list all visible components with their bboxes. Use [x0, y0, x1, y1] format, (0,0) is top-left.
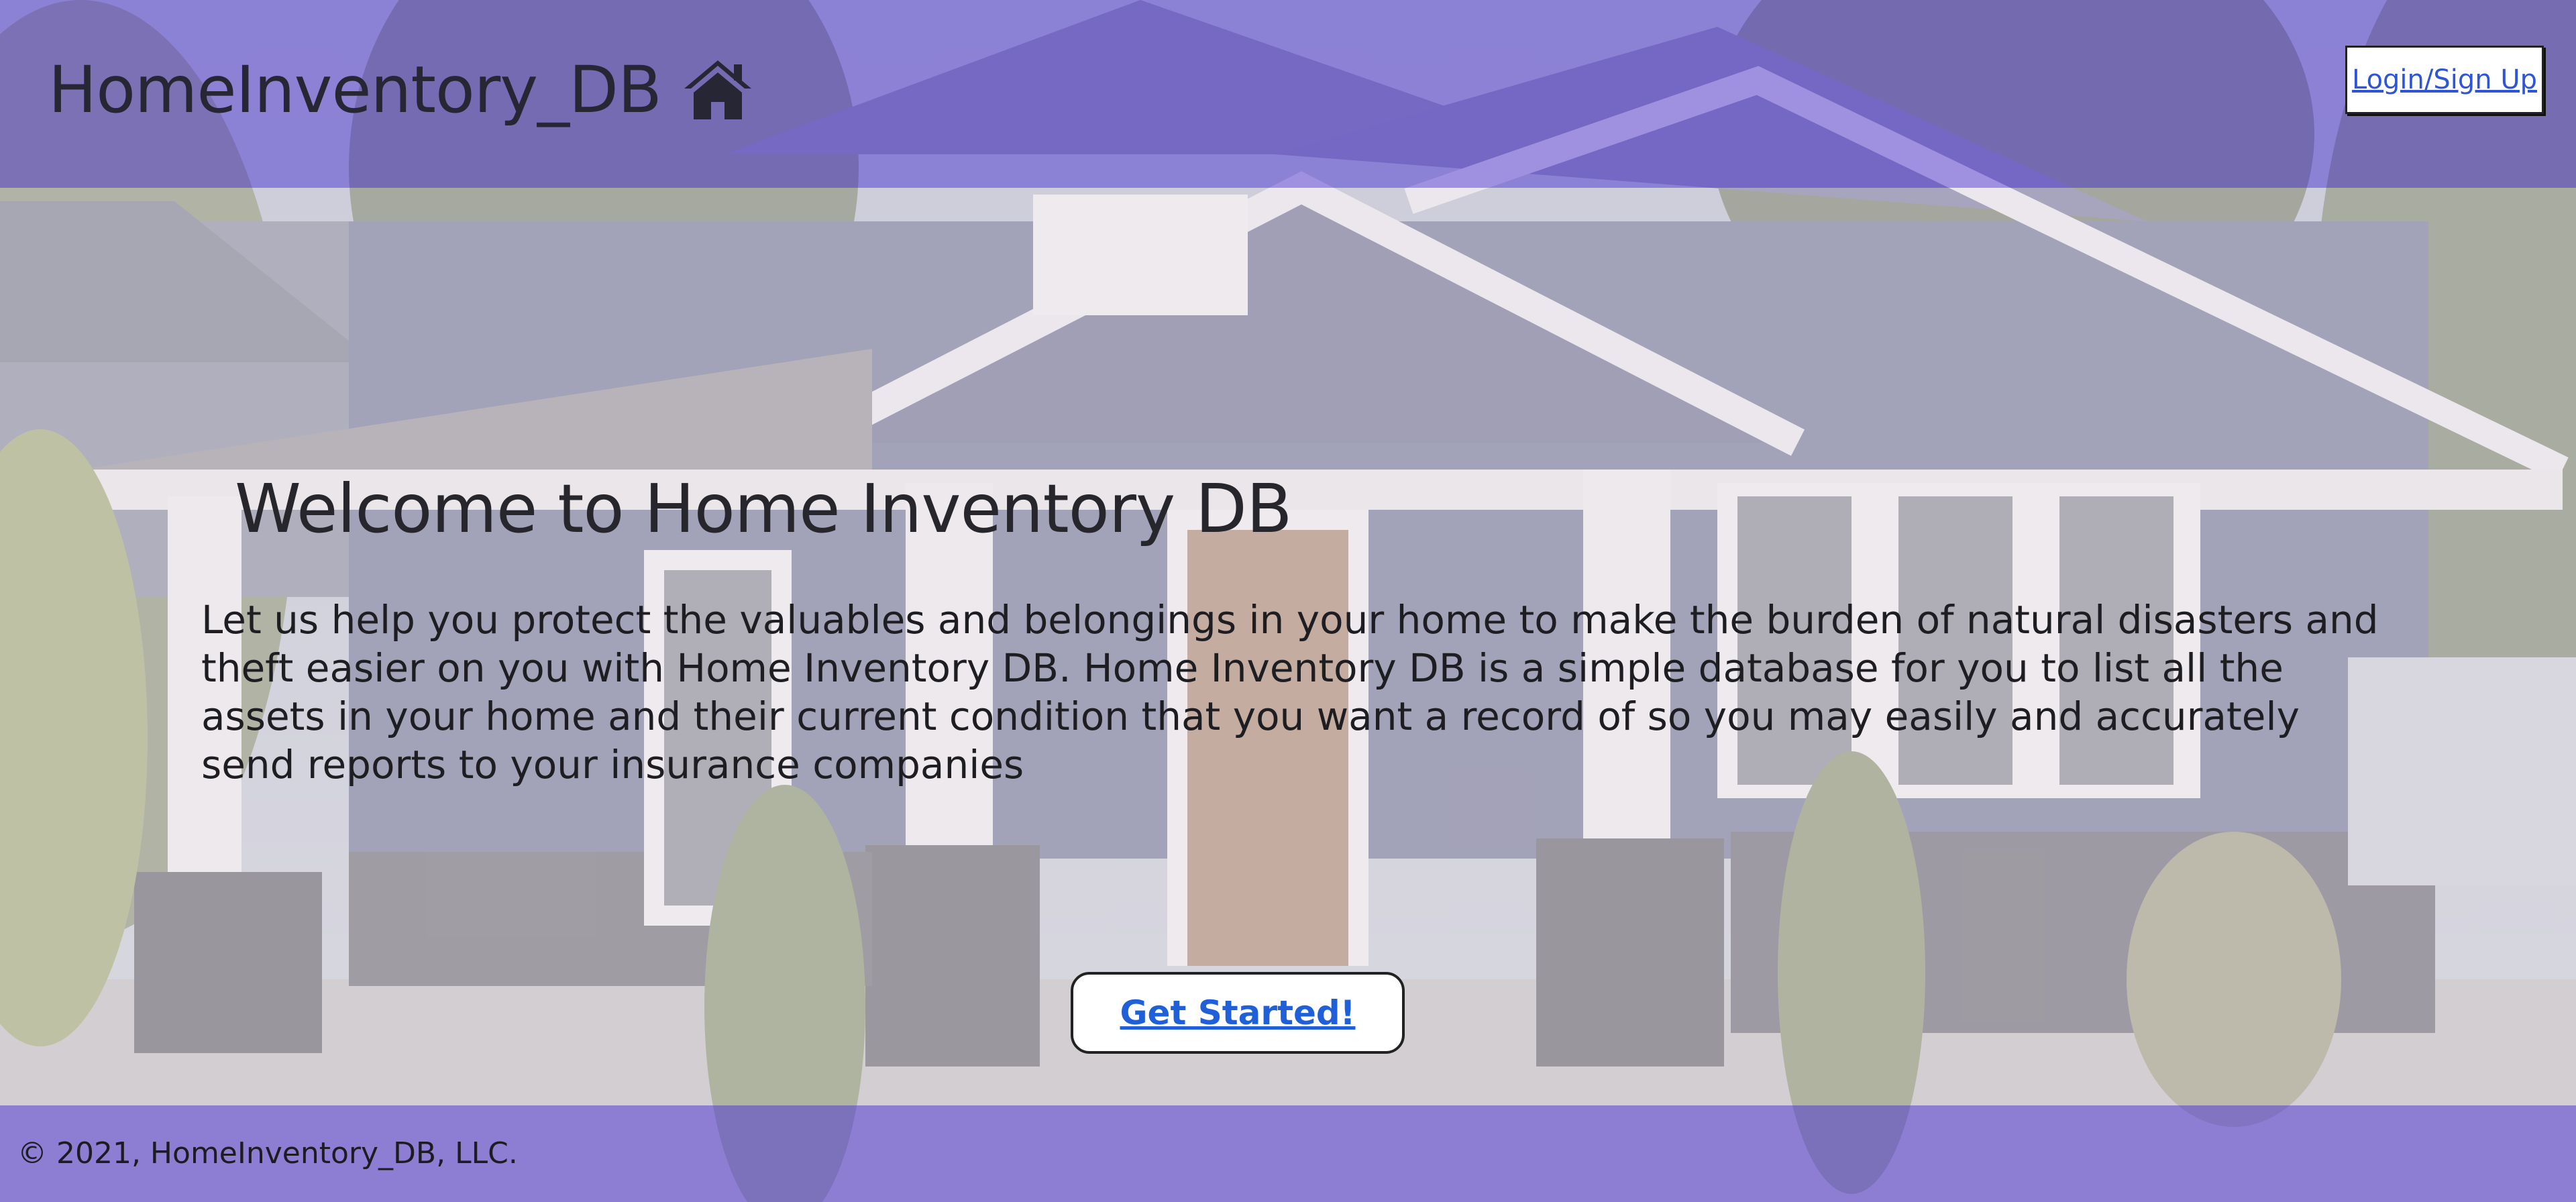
- page-title: Welcome to Home Inventory DB: [235, 470, 1293, 548]
- intro-paragraph: Let us help you protect the valuables an…: [201, 597, 2379, 787]
- site-footer: © 2021, HomeInventory_DB, LLC.: [0, 1105, 2576, 1202]
- site-header: HomeInventory_DB Login/Sign Up: [0, 0, 2576, 188]
- page: HomeInventory_DB Login/Sign Up Welcome t…: [0, 0, 2576, 1202]
- copyright-text: © 2021, HomeInventory_DB, LLC.: [17, 1136, 518, 1170]
- get-started-button[interactable]: Get Started!: [1071, 972, 1405, 1054]
- brand-name: HomeInventory_DB: [48, 52, 662, 127]
- brand[interactable]: HomeInventory_DB: [48, 52, 754, 127]
- get-started-link[interactable]: Get Started!: [1120, 993, 1356, 1032]
- home-icon: [682, 58, 754, 122]
- login-signup-button[interactable]: Login/Sign Up: [2345, 46, 2544, 114]
- login-signup-link[interactable]: Login/Sign Up: [2352, 64, 2537, 95]
